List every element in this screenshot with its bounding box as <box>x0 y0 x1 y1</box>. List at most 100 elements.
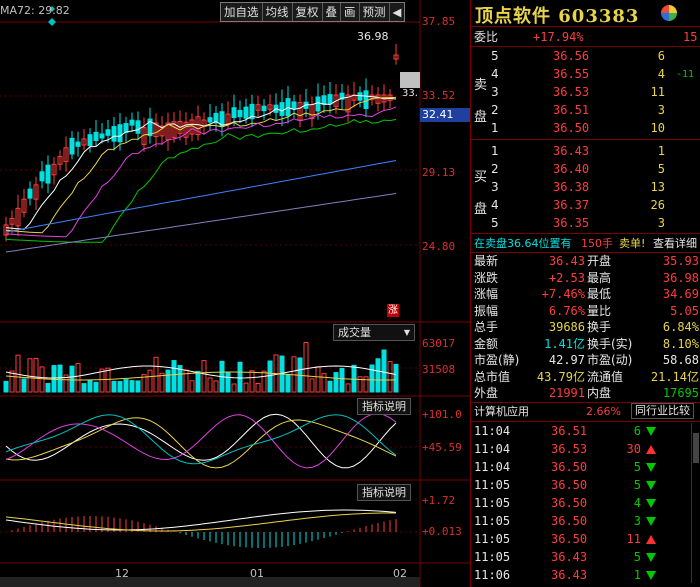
industry-compare-button[interactable]: 同行业比较 <box>631 403 694 419</box>
buy-volume: 1 <box>657 144 665 158</box>
stat-label-right: 最低 <box>587 287 612 301</box>
collapse-arrow-icon[interactable]: ◀ <box>390 3 405 21</box>
buy-level: 5 <box>491 216 499 230</box>
stat-label-right: 换手 <box>587 320 612 334</box>
volume-bar <box>81 383 87 393</box>
buy-level-row: 1 36.43 1 <box>471 143 700 160</box>
tick-time: 11:05 <box>474 532 511 546</box>
volume-bar <box>285 374 291 393</box>
candle-body <box>231 107 237 119</box>
candle-body <box>291 101 297 110</box>
zhang-badge: 涨 <box>387 304 399 317</box>
ma-button[interactable]: 均线 <box>263 3 293 21</box>
volume-bar <box>267 360 273 393</box>
stat-value-left: 39686 <box>548 320 585 334</box>
ma5-line <box>5 94 397 230</box>
volume-bar <box>315 366 321 393</box>
volume-bar <box>321 373 327 393</box>
volume-selector-label: 成交量 <box>338 326 371 339</box>
candle-body <box>69 137 75 155</box>
sell-price: 36.50 <box>553 121 590 135</box>
candle-body <box>75 141 81 147</box>
buy-price: 36.43 <box>553 144 590 158</box>
tick-price: 36.50 <box>551 478 588 492</box>
dea-line <box>5 512 396 532</box>
tick-scrollbar[interactable] <box>691 423 700 583</box>
tick-volume: 1 <box>633 568 641 582</box>
arrow-down-icon <box>646 481 656 490</box>
candle-body <box>315 96 321 112</box>
indicator-help-button-1[interactable]: 指标说明 <box>357 398 411 415</box>
arrow-down-icon <box>646 463 656 472</box>
candle-body <box>45 164 51 184</box>
app-logo-icon[interactable] <box>661 5 677 21</box>
candle-body <box>327 94 333 105</box>
buy-side-label: 买盘 <box>474 170 488 217</box>
sell-volume: 11 <box>650 85 665 99</box>
y-label-4: 29.13 <box>422 166 456 179</box>
sell-volume: 4 <box>657 67 665 81</box>
add-watchlist-button[interactable]: 加自选 <box>221 3 263 21</box>
stat-label-right: 量比 <box>587 303 612 318</box>
ma20-line <box>5 106 397 238</box>
volume-bar <box>381 349 387 393</box>
stat-value-right: 8.10% <box>662 336 699 351</box>
forecast-button[interactable]: 预测 <box>360 3 390 21</box>
volume-bar <box>333 372 339 393</box>
buy-price: 36.38 <box>553 180 590 194</box>
candle-body <box>261 105 267 112</box>
volume-bar <box>225 371 231 393</box>
stat-value-left: +7.46% <box>541 287 585 301</box>
stat-label-left: 涨幅 <box>474 287 499 301</box>
stat-value-left: 21991 <box>548 386 585 400</box>
buy-level: 4 <box>491 198 499 212</box>
sell-volume: 10 <box>650 121 665 135</box>
volume-bar <box>207 377 213 393</box>
volume-bar <box>195 370 201 393</box>
volume-bar <box>93 381 99 393</box>
buy-price: 36.35 <box>553 216 590 230</box>
candle-body <box>363 90 369 110</box>
x-label-dec: 12 <box>115 567 129 580</box>
volume-selector-button[interactable]: 成交量 ▼ <box>333 324 415 341</box>
tick-time: 11:05 <box>474 550 511 564</box>
arrow-down-icon <box>646 553 656 562</box>
chart-area[interactable]: MA72: 29.82 加自选 均线 复权 叠 画 预测 ◀ 37.85 33.… <box>0 0 470 587</box>
indicator1-line <box>5 413 397 469</box>
bottom-tab-strip <box>0 577 420 587</box>
sell-level: 5 <box>491 49 499 63</box>
tick-row: 11:05 36.43 5 <box>471 549 700 566</box>
stat-label-left: 涨跌 <box>474 270 499 285</box>
volume-bar <box>3 380 9 393</box>
indicator-help-button-2[interactable]: 指标说明 <box>357 484 411 501</box>
sell-level-row: 5 36.56 6 <box>471 48 700 65</box>
candle-body <box>111 126 117 142</box>
tick-row: 11:05 36.50 4 <box>471 495 700 512</box>
sell-level-row: 3 36.53 11 <box>471 84 700 101</box>
tick-time: 11:05 <box>474 478 511 492</box>
volume-bar <box>351 364 357 393</box>
tick-price: 36.43 <box>551 568 588 582</box>
volume-bar <box>249 370 255 393</box>
candle-body <box>27 188 33 199</box>
buy-volume: 5 <box>657 162 665 176</box>
tick-time: 11:04 <box>474 460 511 474</box>
volume-bar <box>363 376 369 393</box>
volume-label-mid: 31508 <box>422 363 456 376</box>
stat-value-right: 21.14亿 <box>650 369 699 384</box>
y-label-5: 24.80 <box>422 240 456 253</box>
restore-rights-button[interactable]: 复权 <box>293 3 323 21</box>
overlay-button[interactable]: 叠 <box>323 3 341 21</box>
stat-value-left: 43.79亿 <box>536 369 585 384</box>
draw-button[interactable]: 画 <box>341 3 360 21</box>
candle-body <box>117 124 123 143</box>
order-alert-bar[interactable]: 在卖盘36.64位置有 150手 卖单! 查看详细 <box>471 235 700 252</box>
candle-body <box>207 117 213 123</box>
stock-name: 顶点软件 <box>475 6 551 27</box>
stat-row: 外盘 21991 内盘 17695 <box>471 385 700 401</box>
buy-volume: 3 <box>657 216 665 230</box>
stat-label-right: 内盘 <box>587 386 612 400</box>
stat-row: 总手 39686 换手 6.84% <box>471 319 700 335</box>
view-detail-link[interactable]: 查看详细 <box>653 235 697 252</box>
stat-value-right: 34.69 <box>662 287 699 301</box>
